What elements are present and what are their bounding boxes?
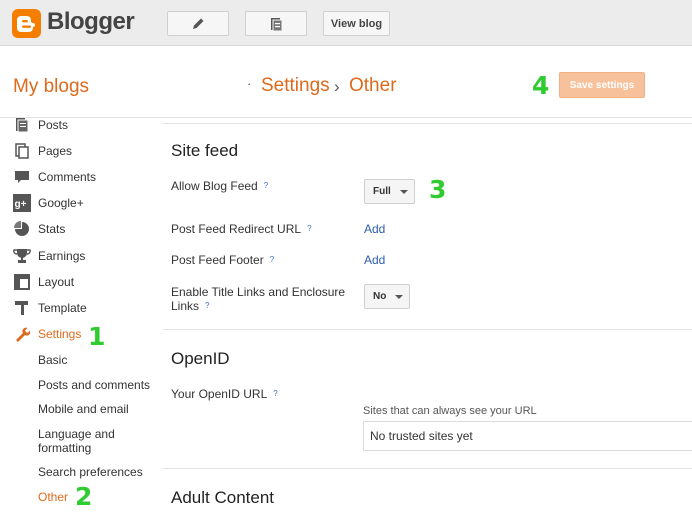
page-header: My blogs · Settings › Other Save setting… bbox=[0, 46, 692, 118]
stats-icon bbox=[12, 220, 32, 238]
site-feed-title: Site feed bbox=[171, 141, 239, 160]
post-feed-footer-text: Post Feed Footer bbox=[171, 253, 264, 267]
view-posts-button[interactable] bbox=[245, 11, 307, 36]
dropdown-value: No bbox=[373, 291, 387, 302]
dropdown-value: Full bbox=[373, 186, 391, 197]
sidebar-item-pages[interactable]: Pages bbox=[12, 140, 72, 162]
sidebar-item-label: Pages bbox=[38, 144, 73, 158]
comments-icon bbox=[12, 168, 32, 186]
pages-icon bbox=[12, 142, 32, 160]
help-icon[interactable]: ? bbox=[205, 299, 209, 313]
new-post-button[interactable] bbox=[167, 11, 229, 36]
post-feed-redirect-text: Post Feed Redirect URL bbox=[171, 222, 302, 236]
enclosure-text-line2: Links bbox=[171, 299, 200, 313]
enclosure-text-line1: Enable Title Links and Enclosure bbox=[171, 285, 346, 299]
my-blogs-link[interactable]: My blogs bbox=[13, 76, 89, 98]
openid-title: OpenID bbox=[171, 349, 230, 368]
paint-roller-icon bbox=[12, 299, 32, 317]
annotation-1: 1 bbox=[88, 322, 106, 351]
annotation-3: 3 bbox=[429, 175, 447, 204]
sidebar-item-posts[interactable]: Posts bbox=[12, 114, 68, 136]
section-divider bbox=[163, 123, 692, 124]
sidebar-item-label: Layout bbox=[38, 275, 75, 289]
sidebar-item-earnings[interactable]: Earnings bbox=[12, 245, 85, 267]
wrench-icon bbox=[12, 325, 32, 343]
sidebar-item-settings[interactable]: Settings bbox=[12, 323, 81, 345]
breadcrumb-settings[interactable]: Settings bbox=[261, 75, 330, 97]
layout-icon bbox=[12, 273, 32, 291]
enclosure-links-label: Enable Title Links and Enclosure Links? bbox=[171, 285, 345, 313]
sidebar-item-label: Earnings bbox=[38, 249, 86, 263]
sidebar-subitem-basic[interactable]: Basic bbox=[38, 353, 67, 367]
sidebar-item-layout[interactable]: Layout bbox=[12, 271, 74, 293]
sidebar-subitem-mobile-email[interactable]: Mobile and email bbox=[38, 402, 129, 416]
allow-blog-feed-dropdown[interactable]: Full bbox=[364, 179, 415, 204]
trusted-sites-box: No trusted sites yet bbox=[363, 421, 692, 451]
adult-content-title: Adult Content bbox=[171, 488, 275, 507]
allow-blog-feed-text: Allow Blog Feed bbox=[171, 179, 258, 193]
posts-icon bbox=[12, 116, 32, 134]
sidebar-subitem-posts-comments[interactable]: Posts and comments bbox=[38, 378, 150, 392]
sidebar-item-label: Stats bbox=[38, 222, 66, 236]
blogger-logo-icon[interactable] bbox=[12, 9, 41, 38]
annotation-2: 2 bbox=[75, 482, 93, 511]
help-icon[interactable]: ? bbox=[307, 222, 311, 236]
sidebar-item-stats[interactable]: Stats bbox=[12, 218, 65, 240]
brand-name: Blogger bbox=[47, 8, 135, 35]
chevron-down-icon bbox=[399, 189, 408, 194]
svg-text:g+: g+ bbox=[15, 199, 27, 210]
trusted-sites-hint: Sites that can always see your URL bbox=[363, 405, 537, 417]
pencil-icon bbox=[193, 18, 204, 29]
help-icon[interactable]: ? bbox=[270, 253, 274, 267]
view-blog-button[interactable]: View blog bbox=[323, 11, 390, 36]
top-bar: Blogger View blog bbox=[0, 0, 692, 46]
section-divider bbox=[163, 329, 692, 330]
breadcrumb-separator: › bbox=[334, 77, 340, 96]
annotation-4: 4 bbox=[532, 71, 550, 100]
save-settings-button[interactable]: Save settings bbox=[559, 72, 645, 98]
section-divider bbox=[163, 468, 692, 469]
google-plus-icon: g+ bbox=[12, 194, 32, 212]
allow-blog-feed-label: Allow Blog Feed? bbox=[171, 179, 268, 193]
trophy-icon bbox=[12, 247, 32, 265]
openid-url-label: Your OpenID URL? bbox=[171, 387, 278, 401]
sidebar-subitem-other[interactable]: Other bbox=[38, 490, 68, 504]
breadcrumb-other: Other bbox=[349, 75, 397, 96]
sidebar-item-template[interactable]: Template bbox=[12, 297, 87, 319]
posts-list-icon bbox=[271, 17, 283, 31]
help-icon[interactable]: ? bbox=[273, 387, 277, 401]
sidebar-item-label: Template bbox=[38, 301, 87, 315]
openid-url-text: Your OpenID URL bbox=[171, 387, 268, 401]
sidebar-item-label: Comments bbox=[38, 170, 97, 184]
sidebar-item-label: Google+ bbox=[38, 196, 84, 210]
breadcrumb-bullet: · bbox=[247, 76, 252, 91]
post-feed-footer-label: Post Feed Footer? bbox=[171, 253, 274, 267]
sidebar-subitem-search-preferences[interactable]: Search preferences bbox=[38, 465, 143, 479]
post-feed-redirect-add-link[interactable]: Add bbox=[364, 222, 385, 236]
enclosure-links-dropdown[interactable]: No bbox=[364, 284, 410, 309]
help-icon[interactable]: ? bbox=[264, 179, 268, 193]
post-feed-redirect-label: Post Feed Redirect URL? bbox=[171, 222, 312, 236]
chevron-down-icon bbox=[395, 294, 404, 299]
sidebar-item-label: Posts bbox=[38, 118, 69, 132]
sidebar-item-label: Settings bbox=[38, 327, 82, 341]
sidebar-item-google-plus[interactable]: g+ Google+ bbox=[12, 192, 84, 214]
post-feed-footer-add-link[interactable]: Add bbox=[364, 253, 385, 267]
sidebar-item-comments[interactable]: Comments bbox=[12, 166, 96, 188]
sidebar-subitem-language-formatting[interactable]: Language and formatting bbox=[38, 427, 115, 455]
